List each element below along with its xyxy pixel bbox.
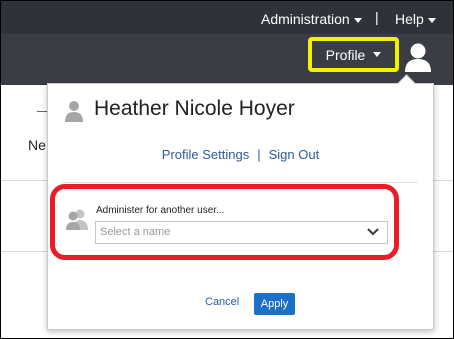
apply-label: Apply [260,298,289,310]
nav-separator: | [375,9,379,25]
help-menu[interactable]: Help [395,11,436,27]
avatar-icon[interactable] [404,42,432,72]
link-separator: | [257,147,261,162]
administration-menu[interactable]: Administration [261,11,362,27]
divider [37,111,47,112]
profile-settings-link[interactable]: Profile Settings [162,147,249,162]
cancel-button[interactable]: Cancel [205,296,239,308]
profile-links: Profile Settings | Sign Out [48,147,433,162]
help-label: Help [395,11,424,27]
top-strip [1,1,453,34]
profile-menu-button[interactable]: Profile [308,37,399,72]
background-text: Ne [28,137,46,153]
profile-label: Profile [325,46,366,63]
apply-button[interactable]: Apply [254,293,295,315]
chevron-down-icon [353,17,362,23]
user-name: Heather Nicole Hoyer [94,97,295,120]
user-icon [65,101,83,122]
chevron-down-icon [373,52,382,57]
administration-label: Administration [261,11,350,27]
highlight-annotation [50,184,399,260]
sign-out-link[interactable]: Sign Out [269,147,320,162]
divider [62,182,418,183]
chevron-down-icon [427,17,436,23]
